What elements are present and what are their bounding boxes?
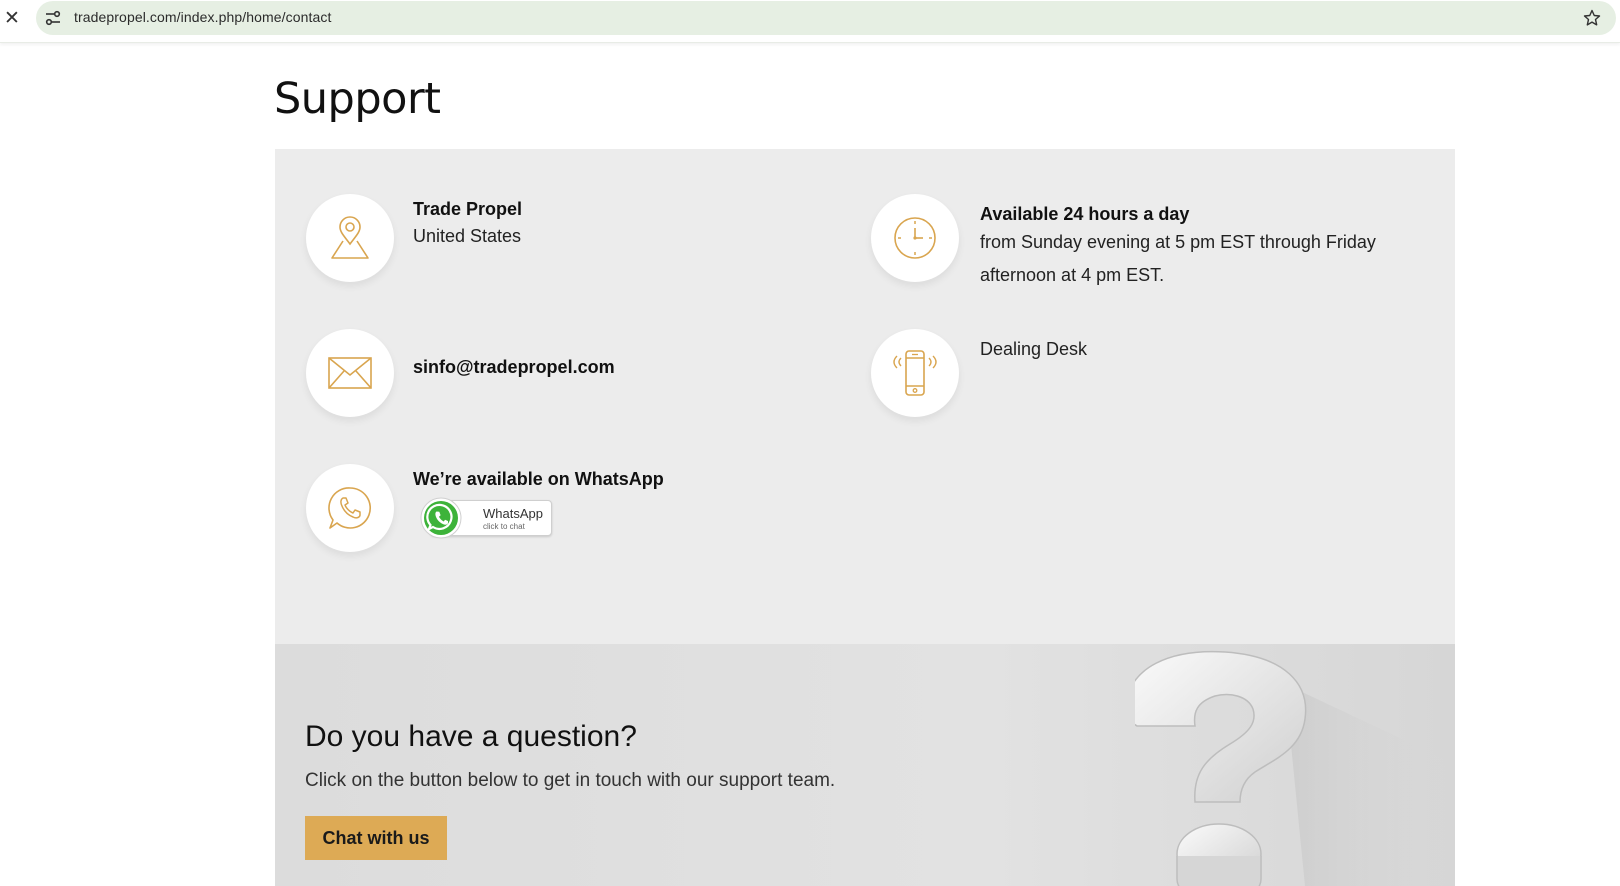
clock-icon — [894, 217, 936, 259]
question-text: Click on the button below to get in touc… — [305, 770, 836, 791]
phone-icon-circle — [871, 329, 959, 417]
whatsapp-icon-circle — [306, 464, 394, 552]
whatsapp-badge-sublabel: click to chat — [483, 522, 525, 531]
site-settings-icon[interactable] — [45, 10, 61, 26]
company-location: United States — [413, 226, 522, 246]
question-title: Do you have a question? — [305, 720, 637, 753]
clock-icon-circle — [871, 194, 959, 282]
envelope-icon — [328, 357, 372, 389]
whatsapp-heading: We’re available on WhatsApp — [413, 469, 664, 489]
close-icon[interactable]: ✕ — [2, 6, 22, 30]
whatsapp-phone-icon — [328, 487, 371, 529]
contact-info-panel: Trade Propel United States sinfo@tradepr… — [275, 149, 1455, 644]
question-section: Do you have a question? Click on the but… — [275, 644, 1455, 886]
bookmark-star-icon[interactable] — [1582, 8, 1602, 28]
chat-with-us-button[interactable]: Chat with us — [305, 816, 447, 860]
location-pin-icon — [331, 216, 369, 259]
browser-toolbar: ✕ tradepropel.com/index.php/home/contact — [0, 0, 1620, 43]
email-icon-circle — [306, 329, 394, 417]
company-name: Trade Propel — [413, 199, 523, 219]
email-link[interactable]: sinfo@tradepropel.com — [413, 357, 615, 378]
question-mark-illustration — [1135, 650, 1455, 886]
hours-title: Available 24 hours a day — [980, 204, 1190, 224]
whatsapp-logo-icon — [420, 497, 462, 539]
whatsapp-chat-badge[interactable]: WhatsApp click to chat — [420, 497, 552, 539]
page-title: Support — [274, 74, 441, 124]
mobile-phone-icon — [893, 350, 937, 396]
url-text[interactable]: tradepropel.com/index.php/home/contact — [74, 9, 332, 25]
address-bar[interactable]: tradepropel.com/index.php/home/contact — [36, 1, 1616, 35]
location-icon-circle — [306, 194, 394, 282]
dealing-desk-label: Dealing Desk — [980, 339, 1088, 359]
hours-text: from Sunday evening at 5 pm EST through … — [980, 232, 1376, 285]
whatsapp-badge-label: WhatsApp — [483, 506, 543, 521]
